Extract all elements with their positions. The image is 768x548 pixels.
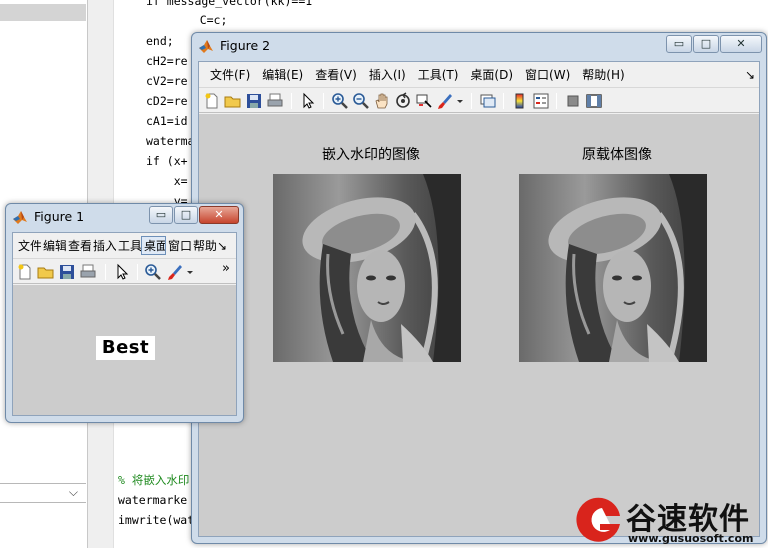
minimize-button[interactable]: ▭ [666, 35, 692, 53]
menu-file[interactable]: 文件 [16, 237, 41, 254]
menu-file[interactable]: 文件(F) [204, 66, 256, 83]
matlab-logo-icon [13, 211, 27, 224]
menu-tools[interactable]: 工具 [116, 237, 141, 254]
code-line: cD2=re [146, 94, 188, 108]
print-icon[interactable] [266, 92, 284, 110]
brush-dropdown-icon[interactable] [185, 263, 195, 281]
window-title: Figure 1 [34, 209, 85, 224]
figure-2-client: 文件(F) 编辑(E) 查看(V) 插入(I) 工具(T) 桌面(D) 窗口(W… [198, 61, 760, 537]
code-comment-line: % 将嵌入水印 [118, 473, 190, 487]
legend-icon[interactable] [532, 92, 550, 110]
figure-1-client: 文件 编辑 查看 插入 工具 桌面 窗口 帮助 ↘ » [12, 232, 237, 416]
pointer-icon[interactable] [299, 92, 317, 110]
close-button[interactable]: ✕ [199, 206, 239, 224]
menu-view[interactable]: 查看(V) [309, 66, 363, 83]
watermarked-image[interactable] [273, 174, 461, 362]
figure-1-toolbar: » [13, 258, 236, 284]
close-button[interactable]: ✕ [720, 35, 762, 53]
code-line: end; [146, 34, 174, 48]
figure-2-window[interactable]: Figure 2 ▭ □ ✕ 文件(F) 编辑(E) 查看(V) 插入(I) 工… [191, 32, 767, 544]
matlab-logo-icon [199, 40, 213, 53]
menu-insert[interactable]: 插入 [91, 237, 116, 254]
figure-2-menubar: 文件(F) 编辑(E) 查看(V) 插入(I) 工具(T) 桌面(D) 窗口(W… [199, 62, 759, 87]
chevron-down-icon[interactable]: ⌵ [69, 485, 78, 500]
figure-2-toolbar [199, 87, 759, 113]
data-cursor-icon[interactable] [415, 92, 433, 110]
pointer-icon[interactable] [113, 263, 131, 281]
menu-edit[interactable]: 编辑(E) [256, 66, 309, 83]
menu-help[interactable]: 帮助 [191, 237, 216, 254]
show-plot-tools-icon[interactable] [585, 92, 603, 110]
link-plot-icon[interactable] [479, 92, 497, 110]
figure-1-menubar: 文件 编辑 查看 插入 工具 桌面 窗口 帮助 ↘ [13, 233, 236, 258]
minimize-button[interactable]: ▭ [149, 206, 173, 224]
code-line: cA1=id [146, 114, 188, 128]
menu-tools[interactable]: 工具(T) [412, 66, 465, 83]
new-figure-icon[interactable] [203, 92, 221, 110]
code-line: imwrite(wat [118, 513, 195, 527]
figure-1-window[interactable]: Figure 1 ▭ □ ✕ 文件 编辑 查看 插入 工具 桌面 窗口 帮助 ↘ [5, 203, 244, 423]
save-icon[interactable] [245, 92, 263, 110]
zoom-out-icon[interactable] [352, 92, 370, 110]
original-image[interactable] [519, 174, 707, 362]
save-icon[interactable] [58, 263, 76, 281]
figure-2-canvas[interactable]: 嵌入水印的图像 原载体图像 [199, 114, 759, 536]
menu-help[interactable]: 帮助(H) [576, 66, 630, 83]
menu-edit[interactable]: 编辑 [41, 237, 66, 254]
code-line: if (x+ [146, 154, 188, 168]
rotate-3d-icon[interactable] [394, 92, 412, 110]
hide-plot-tools-icon[interactable] [564, 92, 582, 110]
toolbar-overflow-icon[interactable]: » [222, 261, 236, 279]
code-line: x= [146, 174, 188, 188]
brush-dropdown-icon[interactable] [455, 92, 465, 110]
site-watermark: 谷速软件 www.gusuosoft.com [568, 492, 768, 548]
axes-1-title: 嵌入水印的图像 [322, 147, 420, 163]
watermark-url: www.gusuosoft.com [628, 532, 754, 545]
menu-desktop[interactable]: 桌面 [141, 236, 166, 255]
zoom-in-icon[interactable] [144, 263, 162, 281]
brush-icon[interactable] [436, 92, 454, 110]
colorbar-icon[interactable] [511, 92, 529, 110]
menu-view[interactable]: 查看 [66, 237, 91, 254]
menu-desktop[interactable]: 桌面(D) [464, 66, 519, 83]
axes-2-title: 原载体图像 [582, 147, 652, 163]
zoom-in-icon[interactable] [331, 92, 349, 110]
new-figure-icon[interactable] [16, 263, 34, 281]
gusu-logo-icon [576, 497, 620, 542]
menu-window[interactable]: 窗口 [166, 237, 191, 254]
brush-icon[interactable] [166, 263, 184, 281]
selected-file-row[interactable] [0, 4, 86, 21]
window-title: Figure 2 [220, 38, 271, 53]
code-line: cV2=re [146, 74, 188, 88]
open-folder-icon[interactable] [37, 263, 55, 281]
code-line: waterma [146, 134, 195, 148]
code-line: if message_vector(kk)==1 [146, 0, 313, 8]
menu-insert[interactable]: 插入(I) [363, 66, 412, 83]
open-folder-icon[interactable] [224, 92, 242, 110]
print-icon[interactable] [79, 263, 97, 281]
figure-1-titlebar[interactable]: Figure 1 ▭ □ ✕ [6, 204, 243, 230]
figure-2-titlebar[interactable]: Figure 2 ▭ □ ✕ [192, 33, 766, 59]
menu-window[interactable]: 窗口(W) [519, 66, 576, 83]
code-line: cH2=re [146, 54, 188, 68]
menu-overflow-icon[interactable]: ↘ [216, 239, 228, 253]
details-combo[interactable]: ⌵ [0, 483, 86, 503]
code-line: C=c; [172, 13, 228, 27]
maximize-button[interactable]: □ [174, 206, 198, 224]
best-text-label: Best [96, 336, 155, 360]
menu-overflow-icon[interactable]: ↘ [739, 68, 759, 82]
code-line: watermarke [118, 493, 188, 507]
maximize-button[interactable]: □ [693, 35, 719, 53]
pan-hand-icon[interactable] [373, 92, 391, 110]
